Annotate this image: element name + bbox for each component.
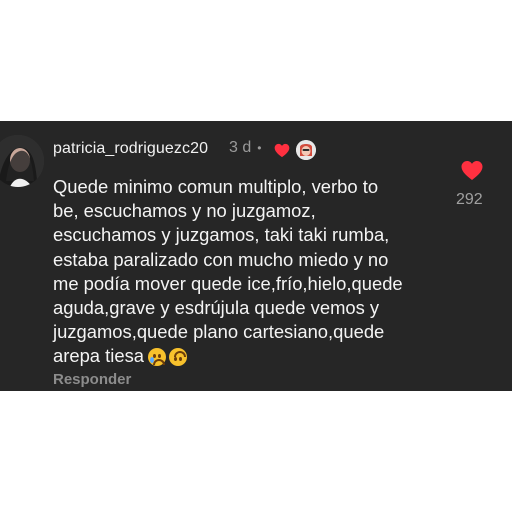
- heart-icon[interactable]: [460, 160, 484, 181]
- heart-icon: [274, 143, 290, 158]
- reply-button[interactable]: Responder: [53, 371, 131, 388]
- like-count: 292: [456, 191, 483, 208]
- profile-badge-icon: [296, 140, 316, 160]
- sad-tear-emoji: [148, 348, 166, 367]
- comment-text: Quede minimo comun multiplo, verbo to be…: [53, 175, 433, 369]
- comment-meta: 3 d •: [229, 139, 261, 157]
- comment-time: 3 d: [229, 139, 252, 156]
- emoji-group: [148, 348, 187, 367]
- avatar[interactable]: [0, 135, 44, 187]
- upside-down-face-emoji: [169, 348, 187, 367]
- comment-panel: patricia_rodriguezc20 3 d • Quede minimo…: [0, 121, 512, 391]
- separator-dot: •: [257, 141, 262, 155]
- comment-username[interactable]: patricia_rodriguezc20: [53, 140, 208, 158]
- comment-body: Quede minimo comun multiplo, verbo to be…: [53, 176, 403, 367]
